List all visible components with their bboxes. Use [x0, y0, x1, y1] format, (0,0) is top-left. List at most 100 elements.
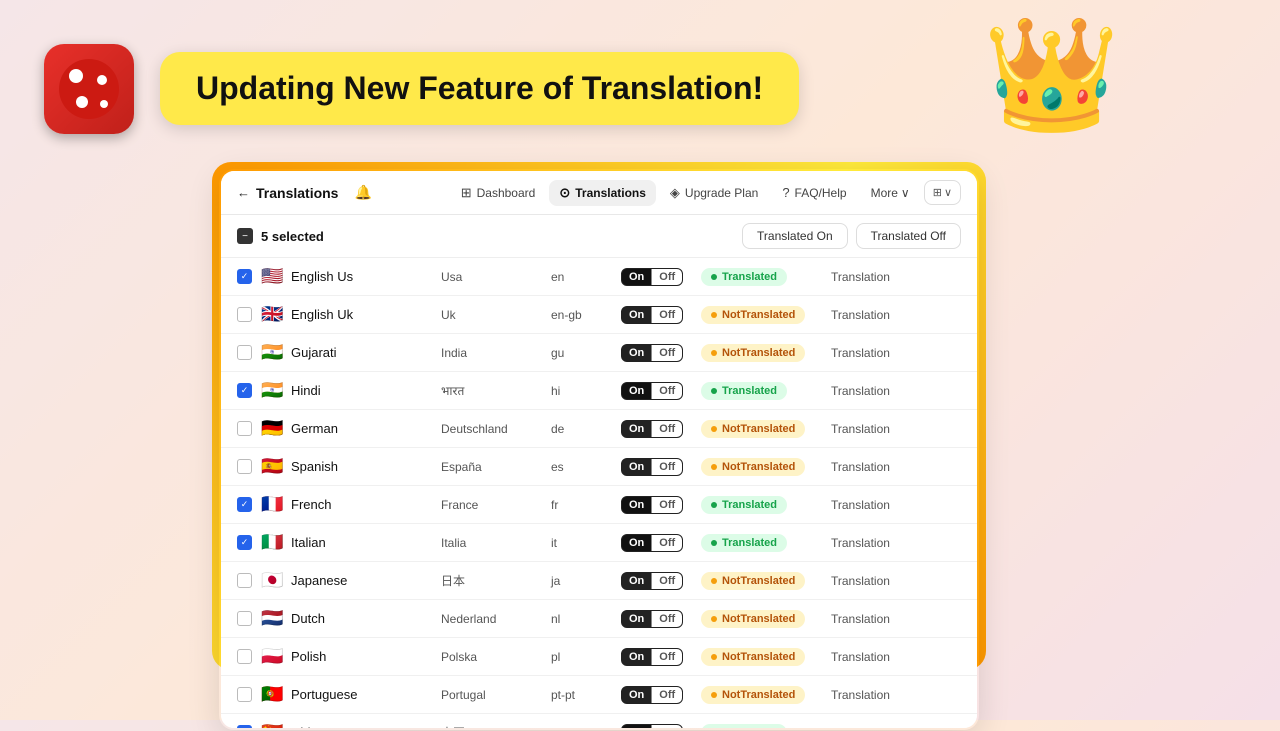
toggle-off-button[interactable]: Off	[651, 535, 682, 551]
row-toggle[interactable]: On Off	[621, 305, 701, 324]
row-region: 日本	[441, 572, 551, 589]
row-action[interactable]: Translation	[831, 726, 921, 729]
status-badge: NotTranslated	[701, 572, 805, 590]
toggle-off-button[interactable]: Off	[651, 725, 682, 728]
row-action[interactable]: Translation	[831, 270, 921, 284]
row-action[interactable]: Translation	[831, 498, 921, 512]
toggle-off-button[interactable]: Off	[651, 383, 682, 399]
row-language-name: English Uk	[291, 307, 441, 322]
toggle-off-button[interactable]: Off	[651, 459, 682, 475]
upgrade-icon: ◈	[670, 185, 680, 201]
row-checkbox-cell	[237, 307, 261, 322]
row-action[interactable]: Translation	[831, 346, 921, 360]
row-checkbox[interactable]: ✓	[237, 725, 252, 728]
row-toggle[interactable]: On Off	[621, 343, 701, 362]
row-checkbox[interactable]	[237, 649, 252, 664]
row-language-name: Hindi	[291, 383, 441, 398]
row-toggle[interactable]: On Off	[621, 533, 701, 552]
row-action[interactable]: Translation	[831, 422, 921, 436]
table-row: ✓ 🇫🇷 French France fr On Off Translated …	[221, 486, 977, 524]
row-status: NotTranslated	[701, 305, 831, 324]
nav-more-button[interactable]: More ∨	[861, 181, 920, 205]
toggle-on-button[interactable]: On	[622, 535, 651, 551]
toggle-off-button[interactable]: Off	[651, 307, 682, 323]
row-checkbox-cell	[237, 611, 261, 626]
row-toggle[interactable]: On Off	[621, 267, 701, 286]
row-checkbox-cell	[237, 649, 261, 664]
row-flag: 🇫🇷	[261, 494, 291, 515]
nav-item-translations[interactable]: ⊙ Translations	[549, 180, 656, 206]
toggle-off-button[interactable]: Off	[651, 649, 682, 665]
status-badge: NotTranslated	[701, 344, 805, 362]
status-badge: Translated	[701, 496, 787, 514]
toggle-on-button[interactable]: On	[622, 573, 651, 589]
row-checkbox[interactable]	[237, 421, 252, 436]
status-badge: NotTranslated	[701, 458, 805, 476]
grid-icon: ⊞	[933, 186, 942, 199]
toggle-off-button[interactable]: Off	[651, 573, 682, 589]
toggle-off-button[interactable]: Off	[651, 611, 682, 627]
toggle-on-button[interactable]: On	[622, 649, 651, 665]
toggle-on-button[interactable]: On	[622, 687, 651, 703]
toggle-off-button[interactable]: Off	[651, 345, 682, 361]
row-checkbox[interactable]	[237, 687, 252, 702]
toggle-on-button[interactable]: On	[622, 421, 651, 437]
toggle-off-button[interactable]: Off	[651, 269, 682, 285]
row-action[interactable]: Translation	[831, 384, 921, 398]
row-checkbox[interactable]	[237, 459, 252, 474]
nav-item-dashboard[interactable]: ⊞ Dashboard	[451, 180, 546, 206]
row-status: NotTranslated	[701, 419, 831, 438]
status-dot	[711, 274, 717, 280]
toggle-on-button[interactable]: On	[622, 611, 651, 627]
nav-grid-button[interactable]: ⊞ ∨	[924, 180, 961, 205]
row-flag: 🇺🇸	[261, 266, 291, 287]
row-toggle[interactable]: On Off	[621, 571, 701, 590]
row-toggle[interactable]: On Off	[621, 381, 701, 400]
toggle-on-button[interactable]: On	[622, 497, 651, 513]
back-arrow-icon: ←	[237, 185, 250, 200]
toggle-on-button[interactable]: On	[622, 383, 651, 399]
row-toggle[interactable]: On Off	[621, 419, 701, 438]
row-action[interactable]: Translation	[831, 574, 921, 588]
translated-off-button[interactable]: Translated Off	[856, 223, 961, 249]
toggle-on-button[interactable]: On	[622, 459, 651, 475]
row-action[interactable]: Translation	[831, 650, 921, 664]
row-language-code: en-gb	[551, 308, 621, 322]
select-all-checkbox[interactable]: −	[237, 228, 253, 244]
row-toggle[interactable]: On Off	[621, 457, 701, 476]
row-action[interactable]: Translation	[831, 460, 921, 474]
toggle-on-button[interactable]: On	[622, 307, 651, 323]
row-checkbox[interactable]	[237, 307, 252, 322]
row-checkbox[interactable]: ✓	[237, 497, 252, 512]
status-dot	[711, 502, 717, 508]
row-action[interactable]: Translation	[831, 688, 921, 702]
toggle-on-button[interactable]: On	[622, 345, 651, 361]
row-checkbox[interactable]	[237, 573, 252, 588]
row-checkbox[interactable]	[237, 345, 252, 360]
toggle-on-button[interactable]: On	[622, 269, 651, 285]
toggle-off-button[interactable]: Off	[651, 687, 682, 703]
nav-back-button[interactable]: ← Translations	[237, 185, 338, 201]
row-checkbox[interactable]: ✓	[237, 383, 252, 398]
toggle-off-button[interactable]: Off	[651, 497, 682, 513]
row-checkbox[interactable]: ✓	[237, 269, 252, 284]
row-toggle[interactable]: On Off	[621, 647, 701, 666]
nav-item-upgrade[interactable]: ◈ Upgrade Plan	[660, 180, 768, 206]
row-toggle[interactable]: On Off	[621, 723, 701, 728]
row-toggle[interactable]: On Off	[621, 685, 701, 704]
translated-on-button[interactable]: Translated On	[742, 223, 848, 249]
nav-item-faq[interactable]: ? FAQ/Help	[772, 180, 856, 205]
row-action[interactable]: Translation	[831, 612, 921, 626]
row-action[interactable]: Translation	[831, 308, 921, 322]
row-region: Polska	[441, 650, 551, 664]
toggle-off-button[interactable]: Off	[651, 421, 682, 437]
bell-icon[interactable]: 🔔	[354, 184, 371, 201]
row-checkbox-cell: ✓	[237, 535, 261, 550]
row-action[interactable]: Translation	[831, 536, 921, 550]
row-checkbox[interactable]	[237, 611, 252, 626]
row-region: भारत	[441, 382, 551, 399]
toggle-on-button[interactable]: On	[622, 725, 651, 728]
row-toggle[interactable]: On Off	[621, 609, 701, 628]
row-checkbox[interactable]: ✓	[237, 535, 252, 550]
row-toggle[interactable]: On Off	[621, 495, 701, 514]
